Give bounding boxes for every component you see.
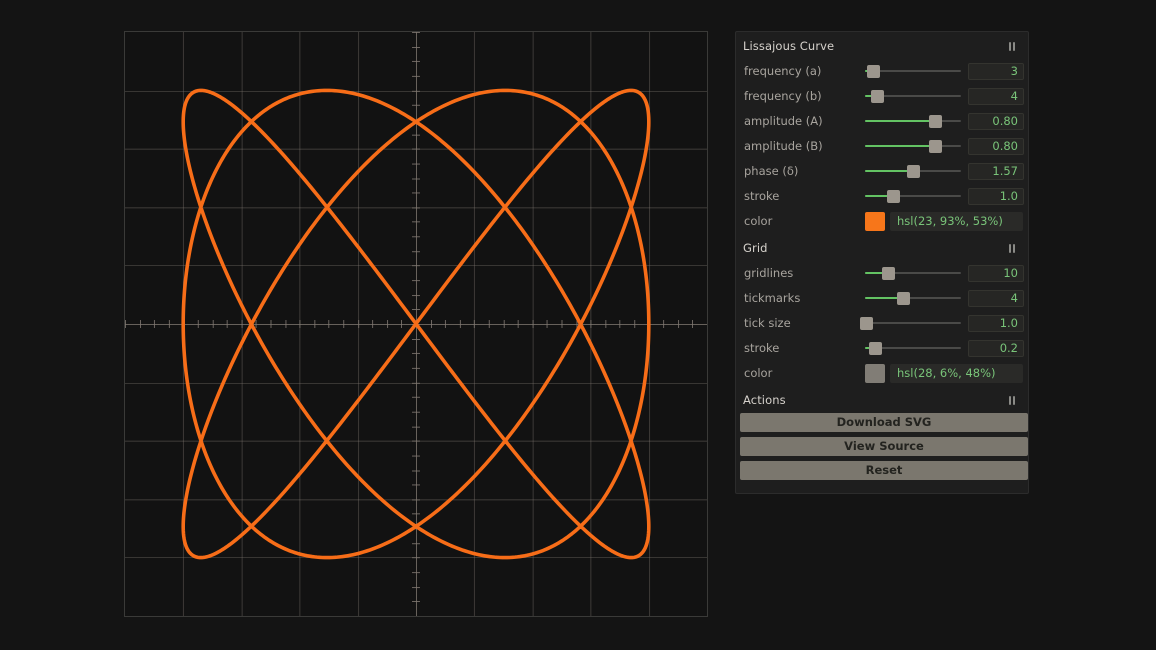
slider-thumb[interactable] [886,190,900,203]
section-title-grid: Grid [743,241,768,255]
slider-gridlines[interactable] [865,263,961,283]
control-label-amplitude-b: amplitude (B) [744,139,823,153]
collapse-icon[interactable] [1006,243,1018,254]
control-label-stroke: stroke [744,189,780,203]
control-panel: Lissajous Curve frequency (a) 3 frequency (… [735,31,1029,494]
slider-thumb[interactable] [907,165,920,178]
value-input-amplitude-a[interactable]: 0.80 [968,112,1024,130]
slider-fill [865,145,936,147]
color-swatch-grid-color[interactable] [865,363,885,383]
slider-frequency-a[interactable] [865,61,961,81]
section-header-lissajous[interactable]: Lissajous Curve [736,32,1028,59]
control-label-grid-stroke: stroke [744,341,780,355]
control-row-tickmarks: tickmarks 4 [736,286,1028,310]
control-label-tickmarks: tickmarks [744,291,801,305]
lissajous-curve [181,88,651,560]
slider-thumb[interactable] [929,140,943,153]
control-row-frequency-a: frequency (a) 3 [736,59,1028,83]
lissajous-plot [124,31,708,617]
value-input-phase-delta[interactable]: 1.57 [968,162,1024,180]
slider-stroke[interactable] [865,186,961,206]
color-value-color[interactable]: hsl(23, 93%, 53%) [890,211,1023,231]
app-root: Lissajous Curve frequency (a) 3 frequency (… [0,0,1156,650]
value-input-tick-size[interactable]: 1.0 [968,314,1024,332]
section-header-actions[interactable]: Actions [736,386,1028,413]
slider-thumb[interactable] [929,115,943,128]
slider-frequency-b[interactable] [865,86,961,106]
color-value-grid-color[interactable]: hsl(28, 6%, 48%) [890,363,1023,383]
control-row-phase-delta: phase (δ) 1.57 [736,159,1028,183]
control-label-gridlines: gridlines [744,266,794,280]
slider-thumb[interactable] [868,342,882,355]
slider-tickmarks[interactable] [865,288,961,308]
slider-grid-stroke[interactable] [865,338,961,358]
control-label-color: color [744,214,773,228]
value-input-frequency-a[interactable]: 3 [968,62,1024,80]
slider-phase-delta[interactable] [865,161,961,181]
slider-amplitude-a[interactable] [865,111,961,131]
control-label-frequency-a: frequency (a) [744,64,822,78]
view-source-button[interactable]: View Source [740,437,1028,456]
reset-button[interactable]: Reset [740,461,1028,480]
control-row-grid-color: color hsl(28, 6%, 48%) [736,361,1028,385]
control-label-phase-delta: phase (δ) [744,164,799,178]
slider-fill [865,120,936,122]
slider-thumb[interactable] [866,65,880,78]
section-header-grid[interactable]: Grid [736,234,1028,261]
slider-tick-size[interactable] [860,313,961,333]
slider-track [865,322,961,324]
control-row-amplitude-a: amplitude (A) 0.80 [736,109,1028,133]
value-input-frequency-b[interactable]: 4 [968,87,1024,105]
control-row-amplitude-b: amplitude (B) 0.80 [736,134,1028,158]
value-input-gridlines[interactable]: 10 [968,264,1024,282]
control-row-color: color hsl(23, 93%, 53%) [736,209,1028,233]
value-input-grid-stroke[interactable]: 0.2 [968,339,1024,357]
actions-group: Download SVG View Source Reset [736,413,1028,480]
download-svg-button[interactable]: Download SVG [740,413,1028,432]
control-row-grid-stroke: stroke 0.2 [736,336,1028,360]
control-label-amplitude-a: amplitude (A) [744,114,823,128]
section-title-actions: Actions [743,393,786,407]
slider-amplitude-b[interactable] [865,136,961,156]
control-label-frequency-b: frequency (b) [744,89,822,103]
slider-thumb[interactable] [897,292,911,305]
slider-thumb[interactable] [882,267,895,280]
control-row-gridlines: gridlines 10 [736,261,1028,285]
value-input-amplitude-b[interactable]: 0.80 [968,137,1024,155]
control-row-stroke: stroke 1.0 [736,184,1028,208]
color-swatch-color[interactable] [865,211,885,231]
slider-thumb[interactable] [870,90,884,103]
slider-fill [865,170,913,172]
collapse-icon[interactable] [1006,41,1018,52]
control-label-tick-size: tick size [744,316,791,330]
slider-thumb[interactable] [860,317,873,330]
section-title-lissajous: Lissajous Curve [743,39,835,53]
control-row-frequency-b: frequency (b) 4 [736,84,1028,108]
value-input-tickmarks[interactable]: 4 [968,289,1024,307]
value-input-stroke[interactable]: 1.0 [968,187,1024,205]
control-row-tick-size: tick size 1.0 [736,311,1028,335]
collapse-icon[interactable] [1006,395,1018,406]
control-label-grid-color: color [744,366,773,380]
plot-svg [125,32,707,616]
